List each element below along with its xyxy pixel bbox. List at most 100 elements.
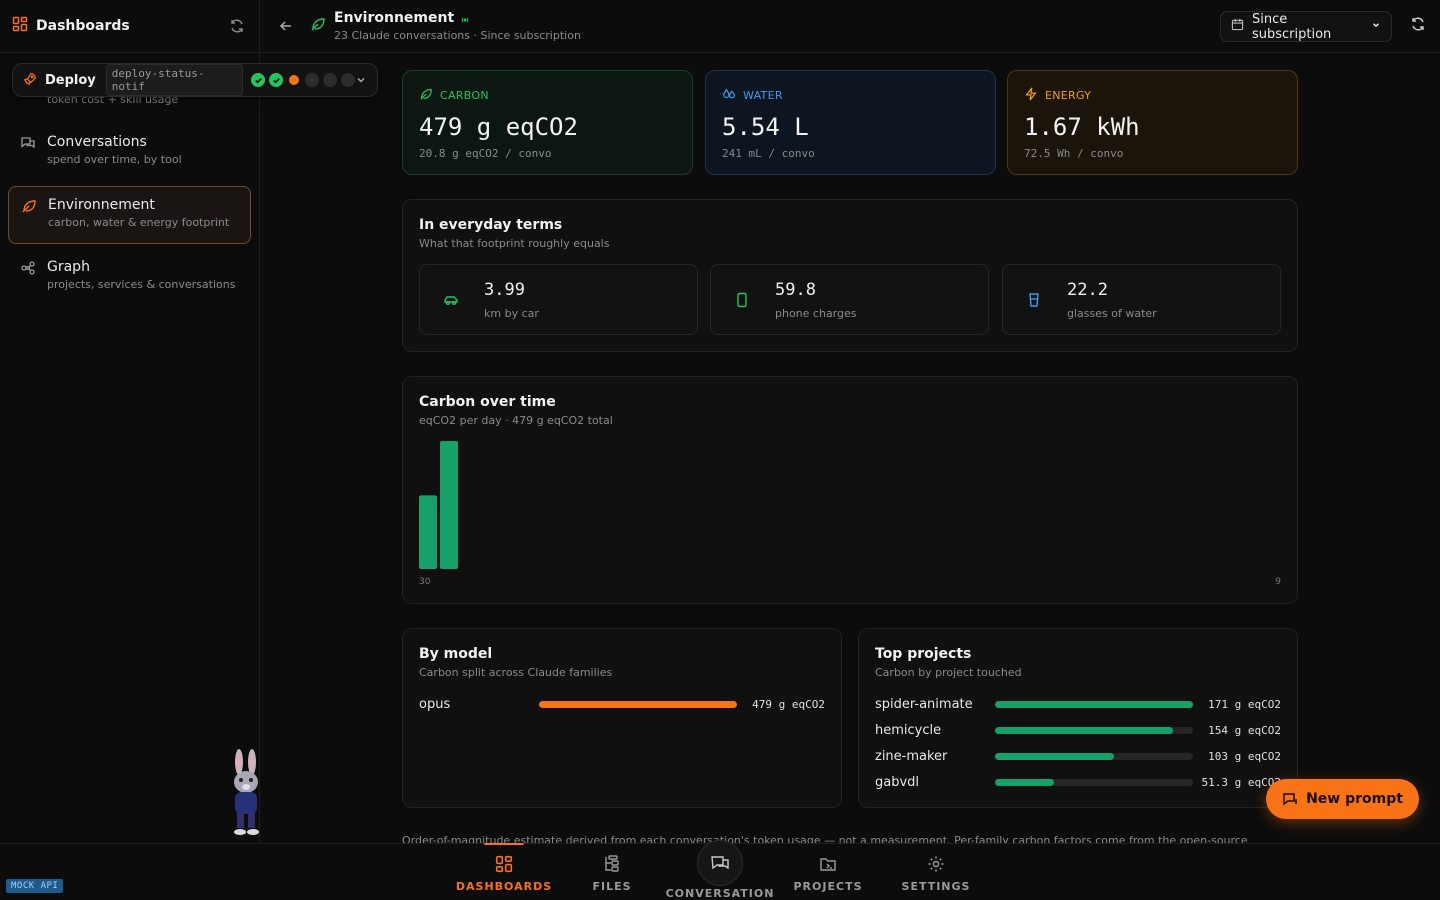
project-bar-fill [995,700,1193,708]
leaf-icon [419,87,433,104]
sidebar-refresh-icon[interactable] [227,16,247,36]
deploy-status-pill[interactable]: Deploy deploy-status-notif [12,63,378,97]
project-bar-track [995,752,1193,760]
everyday-title: In everyday terms [419,217,563,233]
sidebar-item-graph[interactable]: Graph projects, services & conversations [8,249,251,307]
model-value: 479 g eqCO2 [752,697,825,711]
nav-label: FILES [592,880,632,893]
sidebar-item-label: Graph [47,259,90,275]
project-row: zine-maker 103 g eqCO2 [875,746,1281,766]
project-name: gabvdl [875,774,920,790]
dashboards-icon [454,852,554,876]
carbon-bar [440,441,458,569]
glass-icon [1023,289,1045,311]
mock-api-badge: MOCK API [6,879,64,893]
project-value: 154 g eqCO2 [1208,723,1281,737]
by-model-subtitle: Carbon split across Claude families [419,666,613,679]
project-row: gabvdl 51.3 g eqCO2 [875,772,1281,792]
date-range-select[interactable]: Since subscription [1220,11,1392,42]
calendar-icon [1231,18,1244,35]
nav-dashboards[interactable]: DASHBOARDS [454,843,554,893]
model-row: opus 479 g eqCO2 [419,694,825,714]
new-prompt-label: New prompt [1306,791,1403,807]
chevron-down-icon [1371,19,1381,34]
check-icon [251,73,265,87]
sidebar-item-label: Conversations [47,134,147,150]
chat-icon [20,135,38,182]
nav-settings[interactable]: SETTINGS [886,852,986,893]
by-model-title: By model [419,646,493,662]
carbon-over-time-panel: Carbon over time eqCO2 per day · 479 g e… [402,376,1298,604]
nav-conversation[interactable] [697,840,743,886]
rocket-icon [23,71,37,90]
energy-label: ENERGY [1045,89,1092,102]
model-bar-fill [539,700,737,708]
deploy-branch-tag: deploy-status-notif [105,64,243,96]
chevron-down-icon[interactable] [355,71,367,90]
sidebar-item-environnement[interactable]: Environnement carbon, water & energy foo… [8,186,251,244]
water-value: 5.54 L [722,113,809,141]
deploy-status-dots [251,73,355,87]
sidebar-item-sub: carbon, water & energy footprint [48,216,230,229]
water-stat-card: WATER 5.54 L 241 mL / convo [705,70,996,175]
bunny-mascot [222,748,268,840]
top-bar: Environnement 23 Claude conversations · … [260,0,1440,53]
sidebar-item-conversations[interactable]: Conversations spend over time, by tool [8,124,251,182]
page-title: Environnement [334,10,455,26]
leaf-icon [21,198,39,243]
chart-subtitle: eqCO2 per day · 479 g eqCO2 total [419,414,613,427]
nav-files[interactable]: FILES [562,852,662,893]
chat-icon [711,856,729,870]
equivalent-value: 22.2 [1067,280,1108,300]
sidebar-item-label: Environnement [48,197,155,213]
x-tick-label: 30 [419,577,431,587]
x-tick-label: 9 [1275,577,1281,587]
model-name: opus [419,696,451,712]
nav-projects[interactable]: PROJECTS [778,852,878,893]
live-signal-icon [460,13,470,23]
new-prompt-button[interactable]: New prompt [1266,779,1419,819]
top-projects-subtitle: Carbon by project touched [875,666,1022,679]
folder-icon [778,852,878,876]
phone-icon [731,289,753,311]
sidebar-item-sub: projects, services & conversations [47,278,236,291]
sidebar-title: Dashboards [36,18,130,34]
sidebar-header: Dashboards [0,0,259,53]
droplets-icon [722,87,736,104]
project-bar-fill [995,752,1114,760]
project-value: 103 g eqCO2 [1208,749,1281,763]
project-name: zine-maker [875,748,948,764]
gear-icon [886,852,986,876]
refresh-icon[interactable] [1410,16,1426,36]
bottom-navigation: DASHBOARDS FILES CONVERSATION PROJECTS S… [0,840,1440,900]
energy-stat-card: ENERGY 1.67 kWh 72.5 Wh / convo [1007,70,1298,175]
graph-icon [20,260,38,307]
status-idle-dot [341,73,355,87]
new-chat-icon [1283,793,1297,806]
equivalent-label: phone charges [775,307,857,320]
equivalent-card-glass: 22.2 glasses of water [1002,264,1281,335]
nav-label: PROJECTS [793,880,863,893]
equivalent-value: 59.8 [775,280,816,300]
top-projects-title: Top projects [875,646,972,662]
back-arrow-icon[interactable] [276,19,296,33]
equivalent-label: km by car [484,307,539,320]
carbon-bar-chart: 30 9 [419,441,1281,587]
project-value: 171 g eqCO2 [1208,697,1281,711]
everyday-subtitle: What that footprint roughly equals [419,237,610,250]
nav-label: DASHBOARDS [455,880,553,893]
model-bar-track [539,700,737,708]
by-model-panel: By model Carbon split across Claude fami… [402,628,842,808]
carbon-per-convo: 20.8 g eqCO2 / convo [419,147,552,160]
file-tree-icon [562,852,662,876]
carbon-value: 479 g eqCO2 [419,113,578,141]
chart-title: Carbon over time [419,394,556,410]
page-subtitle: 23 Claude conversations · Since subscrip… [334,29,581,42]
energy-per-convo: 72.5 Wh / convo [1024,147,1124,160]
equivalent-card-car: 3.99 km by car [419,264,698,335]
equivalent-label: glasses of water [1067,307,1157,320]
date-range-label: Since subscription [1252,11,1332,42]
water-per-convo: 241 mL / convo [722,147,815,160]
car-icon [440,289,462,311]
equivalent-value: 3.99 [484,280,525,300]
